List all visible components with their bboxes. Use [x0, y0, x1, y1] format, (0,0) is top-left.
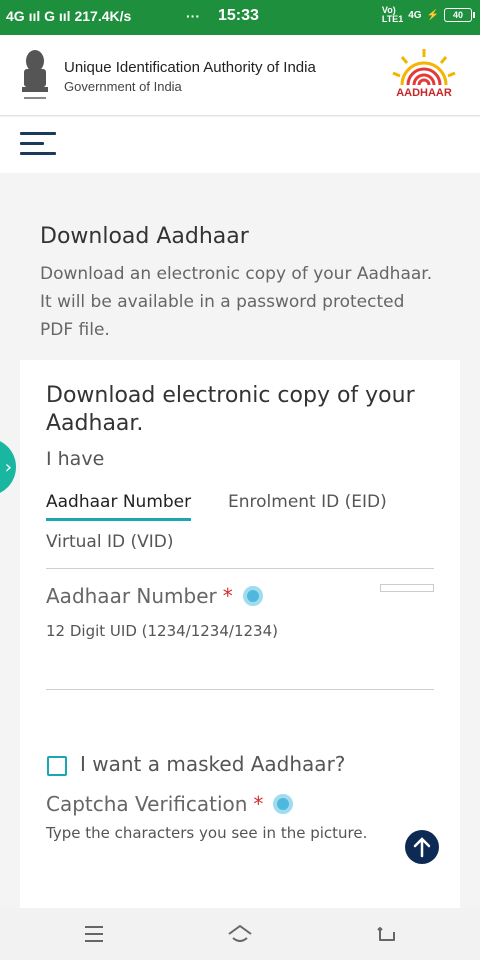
org-name: Unique Identification Authority of India	[64, 59, 316, 76]
network-type: 4G	[408, 9, 422, 21]
arrow-up-icon	[413, 837, 431, 858]
aadhaar-number-label: Aadhaar Number *	[46, 584, 263, 608]
hamburger-menu-icon[interactable]	[20, 132, 56, 158]
info-icon[interactable]	[273, 793, 294, 814]
more-dots: ···	[186, 8, 200, 24]
status-time: 15:33	[218, 7, 259, 24]
signal-info: 4G ııl G ııl 217.4K/s	[6, 8, 132, 24]
status-bar: 4G ııl G ııl 217.4K/s ··· 15:33 Vo) LTE1…	[0, 0, 480, 32]
card-title: Download electronic copy of your Aadhaar…	[46, 383, 415, 436]
required-mark: *	[222, 584, 233, 608]
tabs-divider	[46, 568, 434, 569]
tab-enrolment-id[interactable]: Enrolment ID (EID)	[228, 492, 387, 512]
page-title: Download Aadhaar	[40, 224, 249, 249]
aadhaar-logo-icon[interactable]	[388, 45, 460, 111]
side-drawer-tab[interactable]: ›	[0, 438, 16, 496]
info-icon[interactable]	[242, 585, 263, 606]
tab-aadhaar-number[interactable]: Aadhaar Number	[46, 492, 192, 521]
tab-indicator-box	[380, 584, 434, 592]
masked-aadhaar-label[interactable]: I want a masked Aadhaar?	[80, 752, 345, 776]
battery-icon: 40	[444, 8, 475, 22]
i-have-label: I have	[46, 448, 105, 470]
chevron-right-icon: ›	[4, 456, 12, 478]
aadhaar-logo-text: AADHAAR	[396, 87, 452, 99]
status-icons: Vo) LTE1 4G ⚡ 40	[381, 5, 475, 24]
captcha-hint: Type the characters you see in the pictu…	[46, 824, 368, 842]
system-nav-bar	[0, 908, 480, 960]
tab-virtual-id[interactable]: Virtual ID (VID)	[46, 532, 173, 552]
national-emblem-icon	[22, 50, 48, 99]
menu-bar	[0, 117, 480, 173]
aadhaar-input-underline	[46, 689, 434, 690]
back-icon[interactable]	[372, 920, 400, 948]
masked-aadhaar-checkbox[interactable]	[47, 756, 67, 776]
home-icon[interactable]	[226, 920, 254, 948]
org-block: Unique Identification Authority of India…	[64, 59, 316, 94]
org-subtitle: Government of India	[64, 79, 182, 94]
aadhaar-number-hint: 12 Digit UID (1234/1234/1234)	[46, 622, 278, 640]
menu-icon[interactable]	[80, 920, 108, 948]
aadhaar-number-input[interactable]	[46, 648, 434, 688]
scroll-to-top-button[interactable]	[405, 830, 439, 864]
required-mark: *	[253, 792, 264, 816]
captcha-label: Captcha Verification *	[46, 792, 294, 816]
download-card: Download electronic copy of your Aadhaar…	[20, 360, 460, 908]
site-header: Unique Identification Authority of India…	[0, 32, 480, 116]
charging-icon: ⚡	[426, 9, 439, 21]
volte-indicator: Vo) LTE1	[381, 5, 404, 24]
page-description: Download an electronic copy of your Aadh…	[40, 264, 433, 340]
